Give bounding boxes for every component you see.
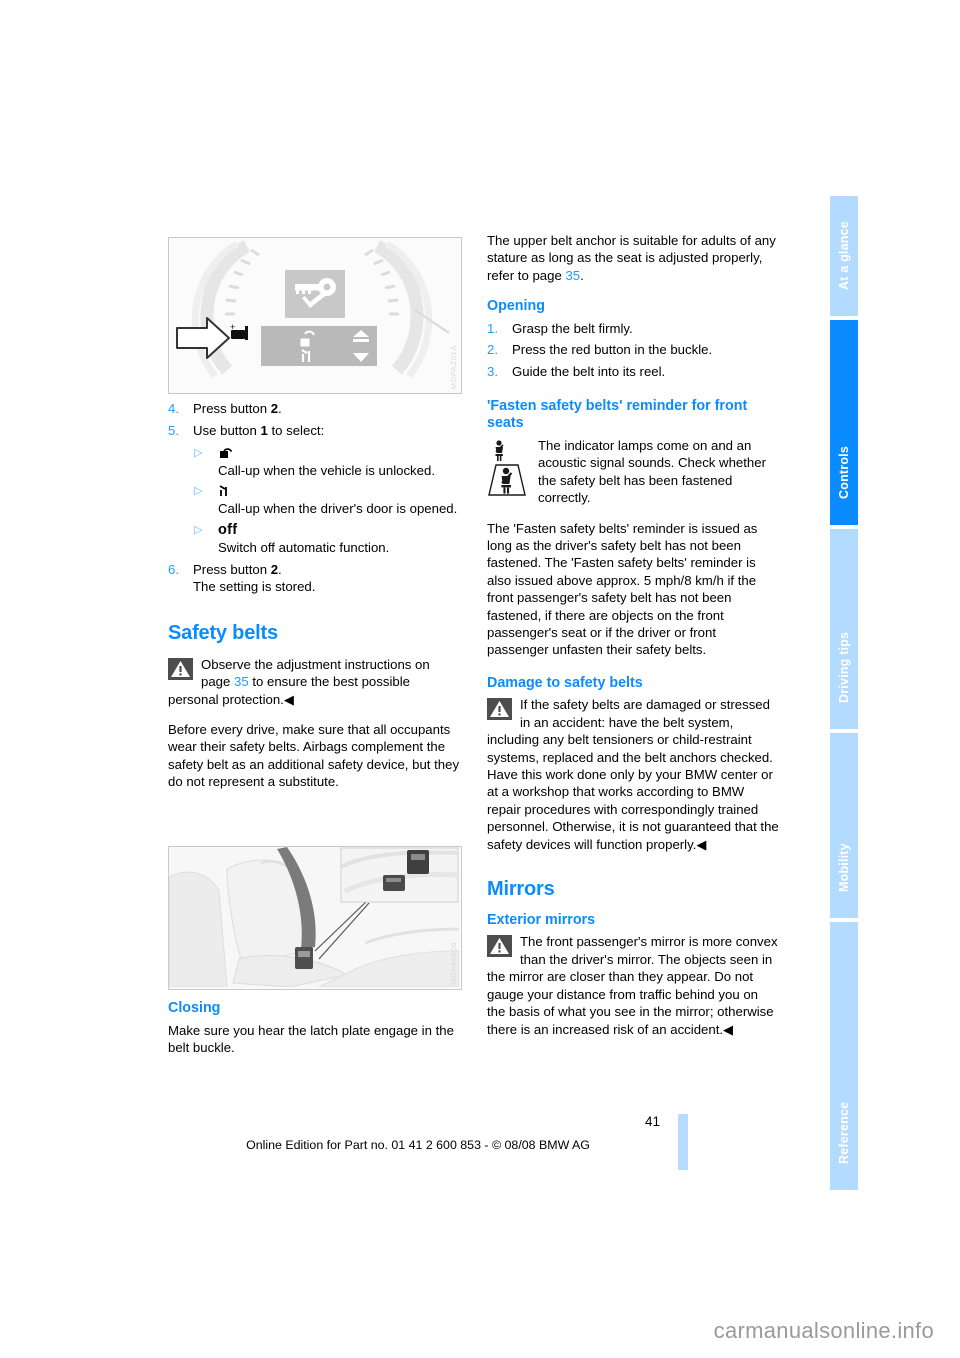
heading-mirrors: Mirrors: [487, 877, 555, 900]
heading-opening: Opening: [487, 298, 545, 315]
step-number: 5.: [168, 423, 179, 439]
step-number: 1.: [487, 320, 498, 336]
tab-mobility[interactable]: Mobility: [830, 733, 858, 918]
step-number: 6.: [168, 562, 179, 578]
footer-accent-bar: [678, 1114, 688, 1170]
edition-line: Online Edition for Part no. 01 41 2 600 …: [246, 1138, 590, 1152]
step-text: Guide the belt into its reel.: [512, 363, 666, 379]
step-item: 6. Press button 2. The setting is stored.: [168, 561, 460, 596]
figure-safety-belt: MOPA6906: [168, 846, 462, 990]
tab-label: Reference: [836, 1101, 851, 1164]
damage-warning-text: If the safety belts are damaged or stres…: [487, 697, 779, 852]
step-text: Grasp the belt firmly.: [512, 320, 633, 336]
tab-label: Mobility: [836, 842, 851, 892]
heading-exterior-mirrors: Exterior mirrors: [487, 911, 596, 928]
option-text: Switch off automatic function.: [218, 539, 390, 555]
page-reference[interactable]: 35: [234, 674, 249, 689]
manual-page: At a glance Controls Driving tips Mobili…: [0, 0, 960, 1358]
step-number: 2.: [487, 342, 498, 358]
warning-note-text: Observe the adjustment instructions on p…: [168, 656, 430, 707]
step-item: 4. Press button 2.: [168, 400, 460, 417]
step-text: Press button 2. The setting is stored.: [193, 562, 316, 595]
belt-reminder-icons: [487, 439, 529, 499]
heading-damage-to-safety-belts: Damage to safety belts: [487, 674, 643, 691]
option-door-open: ▷ Call-up when the driver's door is open…: [193, 482, 460, 517]
tab-at-a-glance[interactable]: At a glance: [830, 196, 858, 316]
opening-step-list: 1. Grasp the belt firmly. 2. Press the r…: [487, 320, 779, 380]
step-item: 5. Use button 1 to select:: [168, 422, 460, 439]
fasten-reminder-body-text: The 'Fasten safety belts' reminder is is…: [487, 520, 758, 658]
step-text: Press button 2.: [193, 401, 282, 416]
tab-label: Controls: [836, 445, 851, 499]
figure-watermark: MOPAZ01A: [449, 344, 458, 389]
step-text: Press the red button in the buckle.: [512, 342, 713, 358]
chapter-tab-strip: At a glance Controls Driving tips Mobili…: [830, 196, 858, 1190]
site-watermark: carmanualsonline.info: [713, 1318, 934, 1343]
triangle-bullet-icon: ▷: [194, 523, 203, 536]
fasten-reminder-note: The indicator lamps come on and an acous…: [487, 437, 779, 507]
svg-text:+: +: [230, 322, 235, 332]
unlocked-padlock-icon: [218, 444, 460, 462]
exterior-mirrors-warning-text: The front passenger's mirror is more con…: [487, 934, 778, 1037]
figure-instrument-cluster: + MOPAZ01A: [168, 237, 462, 394]
selection-option-list: ▷ Call-up when the vehicle is unlocked. …: [193, 444, 460, 556]
fasten-reminder-note-text: The indicator lamps come on and an acous…: [538, 437, 766, 506]
right-text-column: The upper belt anchor is suitable for ad…: [487, 232, 779, 1038]
tab-reference[interactable]: Reference: [830, 922, 858, 1190]
page-reference[interactable]: 35: [565, 268, 580, 283]
page-number: 41: [644, 1114, 660, 1129]
setup-step-list: 4. Press button 2. 5. Use button 1 to se…: [168, 400, 460, 596]
off-text-icon: off: [218, 521, 238, 538]
safety-belts-body-text: Before every drive, make sure that all o…: [168, 722, 460, 790]
triangle-bullet-icon: ▷: [194, 485, 203, 498]
tab-label: Driving tips: [836, 631, 851, 703]
step-number: 4.: [168, 401, 179, 416]
warning-triangle-icon: [487, 698, 512, 721]
exterior-mirrors-warning-note: The front passenger's mirror is more con…: [487, 933, 779, 1037]
damage-warning-note: If the safety belts are damaged or stres…: [487, 696, 779, 853]
heading-safety-belts: Safety belts: [168, 621, 278, 644]
upper-belt-anchor-text: The upper belt anchor is suitable for ad…: [487, 233, 776, 283]
option-off: ▷ off Switch off automatic function.: [193, 521, 460, 556]
option-text: Call-up when the vehicle is unlocked.: [218, 462, 435, 478]
closing-block: Closing Make sure you hear the latch pla…: [168, 1000, 460, 1056]
closing-text: Make sure you hear the latch plate engag…: [168, 1022, 454, 1055]
option-text: Call-up when the driver's door is opened…: [218, 501, 458, 517]
tab-controls[interactable]: Controls: [830, 320, 858, 525]
heading-closing: Closing: [168, 1000, 221, 1016]
heading-fasten-reminder: 'Fasten safety belts' reminder for front…: [487, 397, 748, 432]
left-text-column: 4. Press button 2. 5. Use button 1 to se…: [168, 400, 460, 804]
warning-note-safety-belts: Observe the adjustment instructions on p…: [168, 656, 460, 708]
step-item: 3. Guide the belt into its reel.: [487, 363, 779, 380]
step-item: 2. Press the red button in the buckle.: [487, 341, 779, 358]
option-unlocked: ▷ Call-up when the vehicle is unlocked.: [193, 444, 460, 479]
warning-triangle-icon: [168, 657, 193, 680]
triangle-bullet-icon: ▷: [194, 446, 203, 459]
tab-driving-tips[interactable]: Driving tips: [830, 529, 858, 729]
step-number: 3.: [487, 363, 498, 379]
tab-label: At a glance: [836, 220, 851, 290]
step-item: 1. Grasp the belt firmly.: [487, 320, 779, 337]
figure-watermark: MOPA6906: [449, 941, 458, 985]
open-door-icon: [218, 482, 460, 500]
warning-triangle-icon: [487, 935, 512, 958]
step-text: Use button 1 to select:: [193, 423, 325, 439]
